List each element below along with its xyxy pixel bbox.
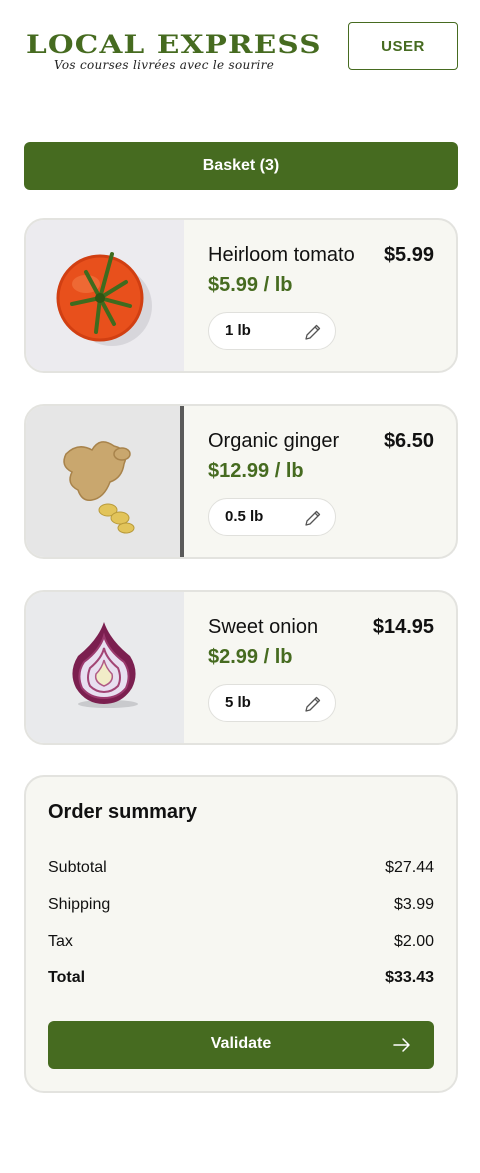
item-unit-price: $2.99 / lb — [208, 646, 293, 668]
summary-title: Order summary — [48, 801, 197, 823]
onion-image — [26, 592, 184, 743]
quantity-value: 0.5 lb — [225, 508, 264, 525]
validate-label: Validate — [210, 1035, 272, 1052]
quantity-value: 5 lb — [225, 694, 251, 711]
tomato-image — [26, 220, 184, 371]
item-price: $5.99 — [383, 244, 434, 266]
basket-button[interactable]: Basket (3) — [24, 142, 458, 190]
subtotal-label: Subtotal — [48, 859, 107, 876]
validate-button[interactable]: Validate — [48, 1021, 434, 1069]
shipping-row: Shipping $3.99 — [48, 896, 434, 918]
header: LOCAL EXPRESS Vos courses livrées avec l… — [24, 22, 458, 72]
item-price: $6.50 — [383, 430, 434, 452]
item-name: Organic ginger — [208, 430, 340, 452]
item-name: Sweet onion — [208, 616, 319, 638]
subtotal-value: $27.44 — [385, 859, 434, 876]
item-unit-price: $12.99 / lb — [208, 460, 304, 482]
tax-label: Tax — [48, 933, 73, 950]
basket-item: Heirloom tomato $5.99 $5.99 / lb 1 lb — [24, 218, 458, 373]
quantity-edit-button[interactable]: 0.5 lb — [208, 498, 336, 536]
item-price: $14.95 — [372, 616, 434, 638]
total-value: $33.43 — [385, 969, 434, 986]
subtotal-row: Subtotal $27.44 — [48, 859, 434, 881]
pencil-icon — [305, 696, 321, 712]
basket-item: Organic ginger $6.50 $12.99 / lb 0.5 lb — [24, 404, 458, 559]
order-summary: Order summary Subtotal $27.44 Shipping $… — [24, 775, 458, 1093]
item-unit-price: $5.99 / lb — [208, 274, 293, 296]
arrow-right-icon — [393, 1038, 410, 1052]
logo-title: LOCAL EXPRESS — [26, 30, 322, 59]
item-name: Heirloom tomato — [208, 244, 355, 266]
user-button[interactable]: USER — [348, 22, 458, 70]
quantity-edit-button[interactable]: 1 lb — [208, 312, 336, 350]
tax-row: Tax $2.00 — [48, 933, 434, 955]
quantity-edit-button[interactable]: 5 lb — [208, 684, 336, 722]
total-row: Total $33.43 — [48, 969, 434, 991]
ginger-image — [26, 406, 184, 557]
pencil-icon — [305, 324, 321, 340]
pencil-icon — [305, 510, 321, 526]
basket-item: Sweet onion $14.95 $2.99 / lb 5 lb — [24, 590, 458, 745]
logo-tagline: Vos courses livrées avec le sourire — [54, 58, 275, 72]
shipping-label: Shipping — [48, 896, 111, 913]
tax-value: $2.00 — [393, 933, 434, 950]
total-label: Total — [48, 969, 86, 986]
shipping-value: $3.99 — [393, 896, 434, 913]
quantity-value: 1 lb — [225, 322, 251, 339]
